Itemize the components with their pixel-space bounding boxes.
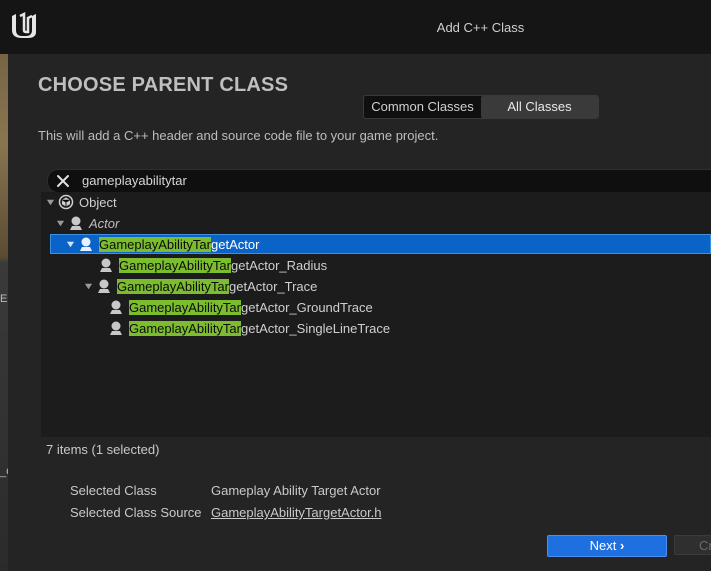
search-match-highlight: GameplayAbilityTar: [129, 299, 241, 315]
expanded-arrow-icon[interactable]: [55, 218, 65, 228]
search-match-highlight: GameplayAbilityTar: [119, 257, 231, 273]
class-search-box[interactable]: gameplayabilitytar: [47, 169, 711, 193]
expanded-arrow-icon[interactable]: [45, 197, 55, 207]
search-match-highlight: GameplayAbilityTar: [117, 278, 229, 294]
search-input[interactable]: gameplayabilitytar: [82, 173, 187, 188]
tree-row-label: Actor: [89, 215, 120, 231]
next-button-label: Next: [589, 538, 617, 553]
selected-class-source-label: Selected Class Source: [70, 505, 202, 520]
tree-row-label: GameplayAbilityTargetActor_Trace: [117, 278, 318, 294]
tree-row-target-actor-ground-trace[interactable]: GameplayAbilityTargetActor_GroundTrace: [41, 297, 711, 317]
tree-row-label: GameplayAbilityTargetActor: [99, 236, 260, 252]
selected-class-source-link[interactable]: GameplayAbilityTargetActor.h: [211, 505, 382, 520]
selected-class-label: Selected Class: [70, 483, 157, 498]
tree-row-target-actor-trace[interactable]: GameplayAbilityTargetActor_Trace: [41, 276, 711, 296]
tree-row-label: GameplayAbilityTargetActor_SingleLineTra…: [129, 320, 391, 336]
search-match-highlight: GameplayAbilityTar: [99, 236, 211, 252]
dialog-description: This will add a C++ header and source co…: [38, 128, 439, 143]
actor-icon: [96, 278, 112, 294]
tree-row-target-actor-single-line-trace[interactable]: GameplayAbilityTargetActor_SingleLineTra…: [41, 318, 711, 338]
actor-icon: [108, 299, 124, 315]
tree-row-label: GameplayAbilityTargetActor_GroundTrace: [129, 299, 373, 315]
tree-row-object[interactable]: Object: [41, 192, 711, 212]
tree-row-target-actor-radius[interactable]: GameplayAbilityTargetActor_Radius: [41, 255, 711, 275]
tree-row-label: GameplayAbilityTargetActor_Radius: [119, 257, 328, 273]
object-icon: [58, 194, 74, 210]
window-title: Add C++ Class: [436, 20, 525, 35]
expanded-arrow-icon[interactable]: [65, 239, 75, 249]
editor-background: E _C: [0, 0, 8, 571]
editor-edge-label: E: [0, 293, 8, 305]
search-match-highlight: GameplayAbilityTar: [129, 320, 241, 336]
clear-search-icon[interactable]: [54, 172, 72, 190]
chevron-right-icon: ›: [620, 538, 625, 553]
next-button[interactable]: Next ›: [547, 535, 667, 557]
create-class-button[interactable]: Cr: [674, 535, 711, 555]
add-class-dialog: CHOOSE PARENT CLASS Common Classes All C…: [8, 54, 711, 571]
expanded-arrow-icon[interactable]: [83, 281, 93, 291]
selected-class-value: Gameplay Ability Target Actor: [211, 483, 381, 498]
class-tree: Object Actor GameplayAbilityTargetActor: [41, 192, 711, 437]
item-count: 7 items (1 selected): [46, 442, 160, 457]
tree-row-actor[interactable]: Actor: [41, 213, 711, 233]
class-scope-toggle: Common Classes All Classes: [363, 95, 599, 119]
tab-all-classes[interactable]: All Classes: [481, 96, 598, 118]
page-title: CHOOSE PARENT CLASS: [38, 74, 289, 96]
title-bar[interactable]: Add C++ Class: [0, 0, 711, 54]
tree-row-gameplay-ability-target-actor[interactable]: GameplayAbilityTargetActor: [50, 234, 711, 254]
tree-row-label: Object: [79, 194, 117, 210]
actor-icon: [108, 320, 124, 336]
tab-common-classes[interactable]: Common Classes: [364, 96, 481, 118]
actor-icon: [78, 236, 94, 252]
editor-edge-label: _C: [0, 466, 8, 478]
actor-icon: [68, 215, 84, 231]
actor-icon: [98, 257, 114, 273]
